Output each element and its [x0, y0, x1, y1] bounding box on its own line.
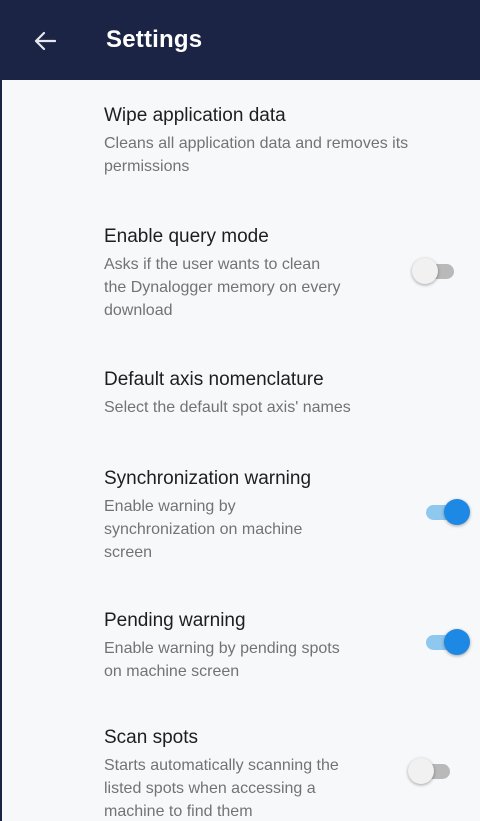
- summary-line: machine to find them: [104, 803, 253, 820]
- summary-line: on machine screen: [104, 663, 240, 680]
- summary-line: synchronization on machine: [104, 521, 303, 538]
- setting-title: Default axis nomenclature: [104, 369, 324, 390]
- setting-summary: Asks if the user wants to clean the Dyna…: [104, 253, 341, 322]
- toggle-thumb: [444, 499, 470, 525]
- setting-summary: Starts automatically scanning the listed…: [104, 754, 339, 821]
- setting-default-axis-nomenclature[interactable]: Default axis nomenclature Select the def…: [2, 350, 480, 450]
- setting-synchronization-warning[interactable]: Synchronization warning Enable warning b…: [2, 450, 480, 600]
- setting-title: Pending warning: [104, 610, 246, 631]
- setting-enable-query-mode[interactable]: Enable query mode Asks if the user wants…: [2, 200, 480, 350]
- toggle-thumb: [444, 629, 470, 655]
- toggle-thumb: [412, 258, 438, 284]
- summary-line: download: [104, 302, 173, 319]
- toggle-thumb: [408, 758, 434, 784]
- setting-title: Scan spots: [104, 727, 198, 748]
- summary-line: Starts automatically scanning the: [104, 757, 339, 774]
- back-button[interactable]: [32, 28, 58, 54]
- summary-line: Enable warning by pending spots: [104, 640, 340, 657]
- summary-line: permissions: [104, 158, 190, 175]
- arrow-back-icon: [34, 31, 56, 51]
- setting-scan-spots[interactable]: Scan spots Starts automatically scanning…: [2, 720, 480, 821]
- setting-summary: Select the default spot axis' names: [104, 396, 351, 419]
- summary-line: Asks if the user wants to clean: [104, 256, 321, 273]
- settings-screen: Settings Wipe application data Cleans al…: [0, 0, 480, 821]
- synchronization-warning-toggle[interactable]: [422, 497, 470, 527]
- setting-title: Enable query mode: [104, 226, 269, 247]
- app-bar: Settings: [2, 0, 480, 80]
- summary-line: listed spots when accessing a: [104, 780, 316, 797]
- summary-line: Cleans all application data and removes …: [104, 135, 409, 152]
- setting-title: Wipe application data: [104, 105, 286, 126]
- setting-summary: Enable warning by synchronization on mac…: [104, 495, 302, 564]
- setting-title: Synchronization warning: [104, 468, 312, 489]
- setting-pending-warning[interactable]: Pending warning Enable warning by pendin…: [2, 600, 480, 720]
- page-title: Settings: [106, 26, 203, 53]
- summary-line: Select the default spot axis' names: [104, 399, 351, 416]
- query-mode-toggle[interactable]: [412, 256, 460, 286]
- summary-line: screen: [104, 544, 153, 561]
- setting-summary: Cleans all application data and removes …: [104, 132, 408, 178]
- summary-line: Enable warning by: [104, 498, 236, 515]
- scan-spots-toggle[interactable]: [408, 756, 456, 786]
- summary-line: the Dynalogger memory on every: [104, 279, 341, 296]
- setting-summary: Enable warning by pending spots on machi…: [104, 637, 340, 683]
- pending-warning-toggle[interactable]: [422, 627, 470, 657]
- setting-wipe-application-data[interactable]: Wipe application data Cleans all applica…: [2, 80, 480, 200]
